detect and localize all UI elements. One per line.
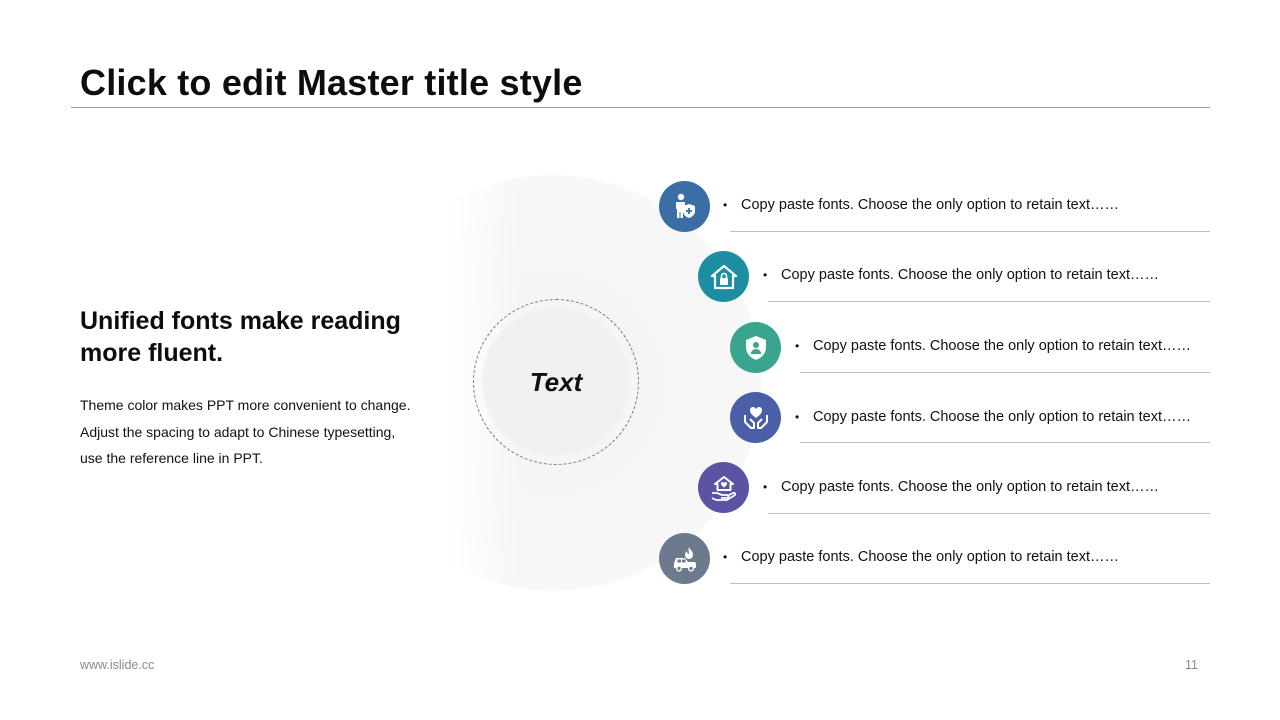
list-item-text: Copy paste fonts. Choose the only option… <box>781 267 1160 283</box>
page-number: 11 <box>1185 658 1198 672</box>
item-divider <box>800 372 1210 373</box>
item-divider <box>768 301 1210 302</box>
list-item-text: Copy paste fonts. Choose the only option… <box>813 409 1192 425</box>
item-divider <box>730 231 1210 232</box>
shield-person-icon <box>745 335 766 360</box>
list-item: • Copy paste fonts. Choose the only optio… <box>723 549 1120 565</box>
item-icon-circle <box>659 533 710 584</box>
item-icon-circle <box>730 322 781 373</box>
slide-title: Click to edit Master title style <box>80 62 583 103</box>
hands-heart-icon <box>743 406 768 429</box>
car-fire-icon <box>673 546 696 572</box>
list-item: • Copy paste fonts. Choose the only optio… <box>763 479 1160 495</box>
footer-website: www.islide.cc <box>80 658 155 672</box>
title-divider <box>71 107 1210 108</box>
list-item: • Copy paste fonts. Choose the only optio… <box>795 409 1192 425</box>
item-divider <box>800 442 1210 443</box>
list-item: • Copy paste fonts. Choose the only optio… <box>795 338 1192 354</box>
list-item-text: Copy paste fonts. Choose the only option… <box>741 549 1120 565</box>
item-icon-circle <box>698 251 749 302</box>
list-item: • Copy paste fonts. Choose the only optio… <box>723 197 1120 213</box>
hand-house-icon <box>711 475 736 501</box>
list-item-text: Copy paste fonts. Choose the only option… <box>741 197 1120 213</box>
item-icon-circle <box>730 392 781 443</box>
list-item-text: Copy paste fonts. Choose the only option… <box>781 479 1160 495</box>
item-divider <box>768 513 1210 514</box>
item-divider <box>730 583 1210 584</box>
center-circle: Text <box>482 308 630 456</box>
person-shield-icon <box>675 193 695 218</box>
center-label: Text <box>529 366 583 397</box>
list-item: • Copy paste fonts. Choose the only optio… <box>763 267 1160 283</box>
item-icon-circle <box>698 462 749 513</box>
list-item-text: Copy paste fonts. Choose the only option… <box>813 338 1192 354</box>
item-icon-circle <box>659 181 710 232</box>
home-lock-icon <box>710 264 737 289</box>
